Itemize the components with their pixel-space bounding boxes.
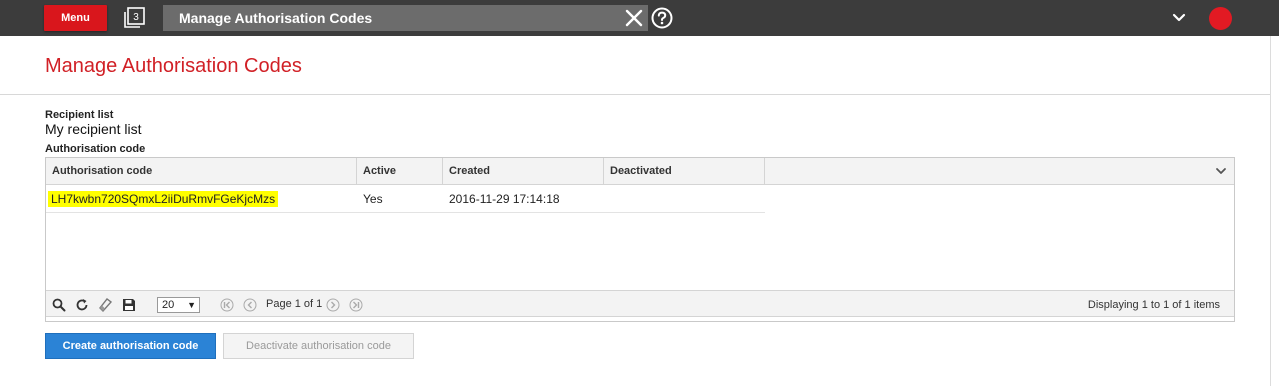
top-bar: Menu 3 Manage Authorisation Codes — [0, 0, 1279, 36]
page-indicator: Page 1 of 1 — [266, 298, 323, 310]
last-page-icon[interactable] — [349, 298, 363, 312]
page-size-value: 20 — [162, 299, 175, 311]
authorisation-code-label: Authorisation code — [45, 143, 146, 155]
chevron-down-icon[interactable] — [1171, 11, 1187, 25]
next-page-icon[interactable] — [326, 298, 340, 312]
header-divider — [0, 94, 1270, 95]
menu-button[interactable]: Menu — [44, 5, 107, 31]
authorisation-code-value: LH7kwbn720SQmxL2iiDuRmvFGeKjcMzs — [48, 191, 279, 207]
open-windows-count: 3 — [133, 12, 139, 23]
cell-created: 2016-11-29 17:14:18 — [449, 192, 560, 206]
column-header-authorisation-code[interactable]: Authorisation code — [46, 158, 357, 184]
help-icon[interactable] — [651, 7, 673, 29]
create-authorisation-code-button[interactable]: Create authorisation code — [45, 333, 216, 359]
table-row[interactable]: LH7kwbn720SQmxL2iiDuRmvFGeKjcMzs Yes 201… — [46, 185, 765, 213]
cell-active: Yes — [363, 192, 383, 206]
grid-header: Authorisation code Active Created Deacti… — [46, 158, 1234, 185]
eraser-icon[interactable] — [99, 298, 113, 313]
column-header-active[interactable]: Active — [357, 158, 443, 184]
caret-down-icon: ▼ — [187, 300, 196, 310]
window-title-box: Manage Authorisation Codes — [163, 5, 648, 31]
cell-deactivated — [604, 185, 765, 212]
open-windows-icon[interactable]: 3 — [123, 7, 146, 29]
save-icon[interactable] — [122, 298, 136, 312]
authorisation-code-grid: Authorisation code Active Created Deacti… — [45, 157, 1235, 322]
page-title: Manage Authorisation Codes — [45, 55, 302, 77]
window-title: Manage Authorisation Codes — [179, 10, 373, 26]
recipient-list-label: Recipient list — [45, 109, 114, 121]
recipient-list-value: My recipient list — [45, 121, 142, 137]
search-icon[interactable] — [52, 298, 66, 312]
column-menu-chevron-icon[interactable] — [1215, 165, 1227, 177]
grid-paging-toolbar: 20 ▼ Page 1 of 1 Displaying 1 to 1 of 1 … — [46, 290, 1234, 317]
avatar[interactable] — [1209, 7, 1232, 30]
deactivate-authorisation-code-button[interactable]: Deactivate authorisation code — [223, 333, 414, 359]
first-page-icon[interactable] — [220, 298, 234, 312]
close-icon[interactable] — [624, 8, 644, 28]
column-header-deactivated[interactable]: Deactivated — [604, 158, 765, 184]
scrollbar[interactable] — [1270, 36, 1279, 386]
refresh-icon[interactable] — [75, 298, 89, 312]
cell-authorisation-code: LH7kwbn720SQmxL2iiDuRmvFGeKjcMzs — [46, 185, 357, 212]
previous-page-icon[interactable] — [243, 298, 257, 312]
display-count: Displaying 1 to 1 of 1 items — [1087, 299, 1220, 311]
column-header-created[interactable]: Created — [443, 158, 604, 184]
page-size-select[interactable]: 20 ▼ — [157, 297, 200, 313]
